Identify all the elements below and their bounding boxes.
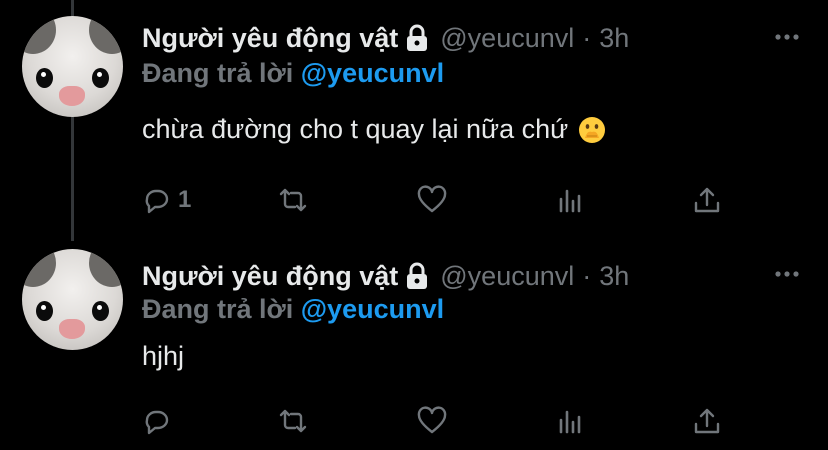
tweet-text: hjhj <box>142 341 184 372</box>
mention-link[interactable]: @yeucunvl <box>301 294 444 324</box>
author-handle[interactable]: @yeucunvl <box>440 23 574 54</box>
heart-icon <box>417 185 447 213</box>
reply-button[interactable]: 1 <box>142 180 191 220</box>
heart-icon <box>417 406 447 434</box>
reply-icon <box>145 189 169 214</box>
mention-link[interactable]: @yeucunvl <box>301 58 444 88</box>
retweet-button[interactable] <box>278 401 308 441</box>
replying-to: Đang trả lời @yeucunvl <box>142 58 444 89</box>
views-icon <box>559 410 581 434</box>
tweet[interactable]: Người yêu động vật @yeucunvl · 3h Đang t… <box>0 241 828 450</box>
views-icon <box>559 189 581 213</box>
lock-icon <box>406 24 428 52</box>
retweet-icon <box>279 409 307 433</box>
more-icon[interactable] <box>774 261 800 287</box>
author-handle[interactable]: @yeucunvl <box>440 261 574 292</box>
tweet-text-content: chừa đường cho t quay lại nữa chứ <box>142 114 569 144</box>
tweet-timestamp[interactable]: 3h <box>599 261 629 292</box>
like-button[interactable] <box>417 180 447 220</box>
share-button[interactable] <box>692 180 722 220</box>
tweet-text: chừa đường cho t quay lại nữa chứ <box>142 114 606 145</box>
share-icon <box>694 408 720 434</box>
tweet-actions: 1 <box>142 180 732 220</box>
views-button[interactable] <box>555 401 585 441</box>
face-with-hand-over-mouth-icon <box>578 116 606 144</box>
reply-button[interactable] <box>142 401 178 441</box>
tweet-text-content: hjhj <box>142 341 185 371</box>
retweet-icon <box>279 188 307 212</box>
replying-to-label: Đang trả lời <box>142 58 294 88</box>
more-icon[interactable] <box>774 24 800 50</box>
avatar[interactable] <box>22 16 123 117</box>
share-icon <box>694 187 720 213</box>
views-button[interactable] <box>555 180 585 220</box>
reply-count: 1 <box>178 186 192 213</box>
author-name[interactable]: Người yêu động vật <box>142 23 398 54</box>
replying-to: Đang trả lời @yeucunvl <box>142 294 444 325</box>
reply-icon <box>145 410 169 435</box>
avatar[interactable] <box>22 249 123 350</box>
tweet-header: Người yêu động vật @yeucunvl · 3h <box>142 258 629 294</box>
lock-icon <box>406 262 428 290</box>
separator-dot: · <box>582 22 592 53</box>
replying-to-label: Đang trả lời <box>142 294 294 324</box>
like-button[interactable] <box>417 401 447 441</box>
tweet-actions <box>142 401 732 441</box>
retweet-button[interactable] <box>278 180 308 220</box>
tweet[interactable]: Người yêu động vật @yeucunvl · 3h Đang t… <box>0 0 828 241</box>
separator-dot: · <box>582 260 592 291</box>
share-button[interactable] <box>692 401 722 441</box>
author-name[interactable]: Người yêu động vật <box>142 261 398 292</box>
tweet-header: Người yêu động vật @yeucunvl · 3h <box>142 20 629 56</box>
tweet-timestamp[interactable]: 3h <box>599 23 629 54</box>
